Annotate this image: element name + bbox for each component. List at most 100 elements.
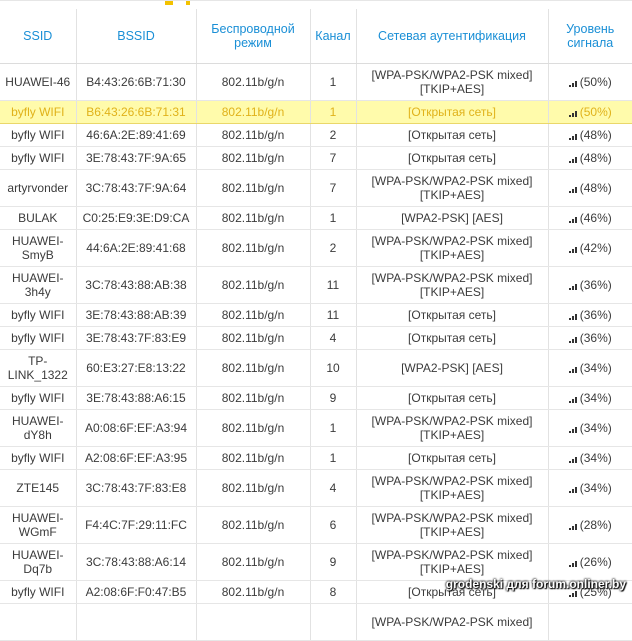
signal-value: (34%) [579, 451, 612, 465]
cell-mode: 802.11b/g/n [196, 206, 311, 230]
cell-mode: 802.11b/g/n [196, 580, 311, 604]
cell-bssid: B6:43:26:6B:71:31 [76, 100, 197, 124]
cell-ssid: byfly WIFI [0, 123, 77, 147]
cell-ssid: TP-LINK_1322 [0, 349, 77, 387]
column-header-auth[interactable]: Сетевая аутентификация [356, 9, 549, 64]
cell-auth: [WPA-PSK/WPA2-PSK mixed] [TKIP+AES] [356, 169, 549, 207]
signal-bars-icon [568, 425, 577, 433]
signal-bars-icon [568, 559, 577, 567]
table-row[interactable]: HUAWEI-SmyB 44:6A:2E:89:41:68 802.11b/g/n 2… [0, 229, 632, 267]
cell-auth: [Открытая сеть] [356, 386, 549, 410]
cell-mode: 802.11b/g/n [196, 446, 311, 470]
signal-value: (34%) [579, 481, 612, 495]
column-header-signal[interactable]: Уровень сигнала [548, 9, 632, 64]
signal-value: (34%) [579, 361, 612, 375]
table-row[interactable]: HUAWEI-3h4y 3C:78:43:88:AB:38 802.11b/g/n 1… [0, 266, 632, 304]
table-header-row: SSID BSSID Беспроводной режим Канал Сете… [0, 9, 632, 64]
cell-signal: (26%) [548, 543, 632, 581]
cell-channel: 11 [310, 266, 357, 304]
cell-ssid: byfly WIFI [0, 446, 77, 470]
table-row[interactable]: byfly WIFI A2:08:6F:EF:A3:95 802.11b/g/n 1[… [0, 446, 632, 470]
cell-channel: 11 [310, 303, 357, 327]
cell-ssid: byfly WIFI [0, 580, 77, 604]
column-header-ssid[interactable]: SSID [0, 9, 77, 64]
cell-channel: 1 [310, 206, 357, 230]
cell-mode: 802.11b/g/n [196, 266, 311, 304]
accent-mark [165, 1, 173, 5]
cell-bssid: 3E:78:43:7F:9A:65 [76, 146, 197, 170]
table-row[interactable]: [WPA-PSK/WPA2-PSK mixed] [0, 603, 632, 641]
cell-ssid: HUAWEI-Dq7b [0, 543, 77, 581]
signal-value: (26%) [579, 555, 612, 569]
cell-signal: (34%) [548, 409, 632, 447]
cell-mode: 802.11b/g/n [196, 100, 311, 124]
cell-auth: [WPA-PSK/WPA2-PSK mixed] [356, 603, 549, 641]
cell-ssid: HUAWEI-dY8h [0, 409, 77, 447]
cell-signal: (50%) [548, 100, 632, 124]
cell-bssid: 3C:78:43:7F:83:E8 [76, 469, 197, 507]
signal-bars-icon [568, 365, 577, 373]
cell-bssid: 44:6A:2E:89:41:68 [76, 229, 197, 267]
cell-signal: (48%) [548, 146, 632, 170]
signal-bars-icon [568, 335, 577, 343]
cell-channel: 10 [310, 349, 357, 387]
column-header-bssid[interactable]: BSSID [76, 9, 197, 64]
table-row[interactable]: BULAK C0:25:E9:3E:D9:CA 802.11b/g/n 1 [WPA2-… [0, 206, 632, 230]
table-row[interactable]: byfly WIFI 3E:78:43:88:AB:39 802.11b/g/n 11… [0, 303, 632, 327]
cell-mode: 802.11b/g/n [196, 349, 311, 387]
cell-signal: (34%) [548, 469, 632, 507]
table-row[interactable]: byfly WIFI 3E:78:43:88:A6:15 802.11b/g/n 9[… [0, 386, 632, 410]
signal-bars-icon [568, 215, 577, 223]
table-row[interactable]: TP-LINK_1322 60:E3:27:E8:13:22 802.11b/g/n… [0, 349, 632, 387]
signal-value: (36%) [579, 331, 612, 345]
signal-bars-icon [568, 245, 577, 253]
cell-ssid [0, 603, 77, 641]
cell-signal: (48%) [548, 169, 632, 207]
cell-ssid: byfly WIFI [0, 303, 77, 327]
signal-value: (48%) [579, 151, 612, 165]
table-row[interactable]: byfly WIFI 46:6A:2E:89:41:69 802.11b/g/n 2[… [0, 123, 632, 147]
signal-value: (36%) [579, 308, 612, 322]
signal-bars-icon [568, 485, 577, 493]
cell-mode: 802.11b/g/n [196, 146, 311, 170]
column-header-mode[interactable]: Беспроводной режим [196, 9, 311, 64]
signal-value: (34%) [579, 421, 612, 435]
table-row[interactable]: HUAWEI-Dq7b 3C:78:43:88:A6:14 802.11b/g/n 9… [0, 543, 632, 581]
cell-bssid: 3C:78:43:7F:9A:64 [76, 169, 197, 207]
column-header-channel[interactable]: Канал [310, 9, 357, 64]
cell-mode: 802.11b/g/n [196, 229, 311, 267]
table-row[interactable]: HUAWEI-46 B4:43:26:6B:71:30 802.11b/g/n 1 [W… [0, 63, 632, 101]
top-strip [0, 0, 632, 9]
cell-mode: 802.11b/g/n [196, 469, 311, 507]
table-row[interactable]: byfly WIFI 3E:78:43:7F:9A:65 802.11b/g/n 7[… [0, 146, 632, 170]
cell-mode: 802.11b/g/n [196, 123, 311, 147]
signal-bars-icon [568, 185, 577, 193]
signal-value: (36%) [579, 278, 612, 292]
table-row[interactable]: byfly WIFI B6:43:26:6B:71:31 802.11b/g/n 1[… [0, 100, 632, 124]
cell-auth: [WPA-PSK/WPA2-PSK mixed] [TKIP+AES] [356, 543, 549, 581]
cell-signal [548, 603, 632, 641]
table-row[interactable]: HUAWEI-dY8h A0:08:6F:EF:A3:94 802.11b/g/n 1… [0, 409, 632, 447]
cell-signal: (34%) [548, 349, 632, 387]
table-row[interactable]: artyrvonder 3C:78:43:7F:9A:64 802.11b/g/n 7… [0, 169, 632, 207]
table-row[interactable]: ZTE145 3C:78:43:7F:83:E8 802.11b/g/n 4 [WPA-… [0, 469, 632, 507]
signal-bars-icon [568, 395, 577, 403]
cell-channel: 1 [310, 100, 357, 124]
cell-signal: (34%) [548, 446, 632, 470]
table-row[interactable]: HUAWEI-WGmF F4:4C:7F:29:11:FC 802.11b/g/n 6… [0, 506, 632, 544]
cell-bssid: 46:6A:2E:89:41:69 [76, 123, 197, 147]
cell-mode: 802.11b/g/n [196, 506, 311, 544]
cell-ssid: byfly WIFI [0, 100, 77, 124]
table-row[interactable]: byfly WIFI 3E:78:43:7F:83:E9 802.11b/g/n 4[… [0, 326, 632, 350]
cell-bssid: 3C:78:43:88:AB:38 [76, 266, 197, 304]
cell-ssid: byfly WIFI [0, 326, 77, 350]
signal-value: (48%) [579, 181, 612, 195]
cell-signal: (50%) [548, 63, 632, 101]
cell-channel: 1 [310, 63, 357, 101]
cell-auth: [WPA-PSK/WPA2-PSK mixed] [TKIP+AES] [356, 266, 549, 304]
cell-channel: 4 [310, 326, 357, 350]
cell-mode: 802.11b/g/n [196, 303, 311, 327]
cell-bssid: 3E:78:43:7F:83:E9 [76, 326, 197, 350]
cell-bssid: A0:08:6F:EF:A3:94 [76, 409, 197, 447]
cell-bssid: A2:08:6F:EF:A3:95 [76, 446, 197, 470]
